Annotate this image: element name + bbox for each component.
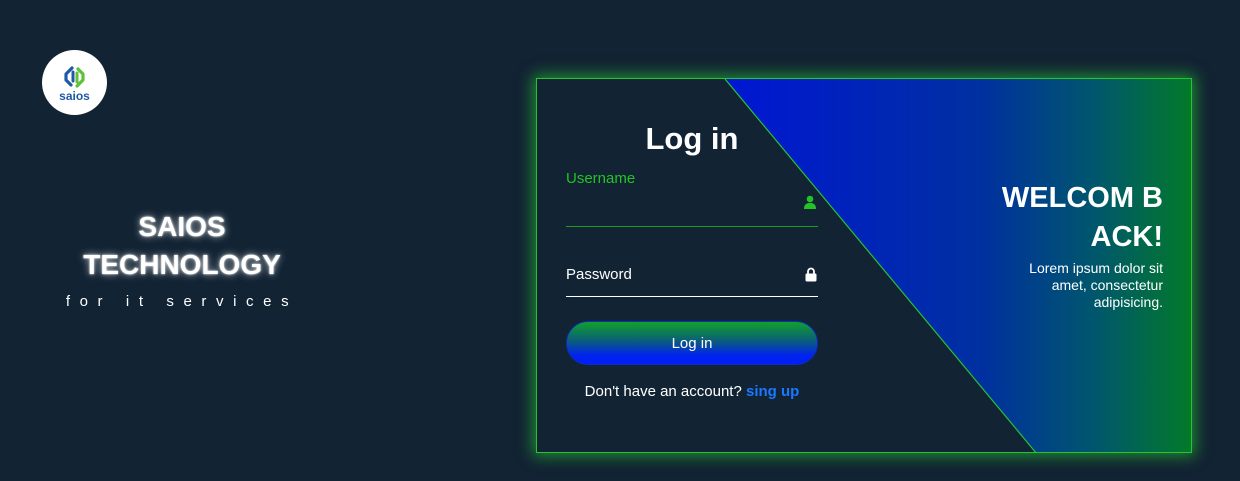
brand-tagline: for it services <box>65 293 299 310</box>
login-form: Log in Username Password Log in Don't ha… <box>566 79 818 452</box>
username-label: Username <box>566 170 636 187</box>
login-card: Log in Username Password Log in Don't ha… <box>536 78 1192 453</box>
welcome-panel: WELCOM BACK! Lorem ipsum dolor sit amet,… <box>993 179 1163 311</box>
welcome-text: Lorem ipsum dolor sit amet, consectetur … <box>1029 260 1163 310</box>
login-button[interactable]: Log in <box>566 321 818 365</box>
signup-link[interactable]: sing up <box>746 383 799 400</box>
form-title: Log in <box>645 121 739 156</box>
brand-name-line1: SAIOS <box>138 211 226 242</box>
password-field[interactable]: Password <box>566 263 818 297</box>
saios-logo-icon <box>63 66 85 88</box>
lock-icon <box>805 267 817 287</box>
brand-name-line2: TECHNOLOGY <box>83 249 281 280</box>
password-label: Password <box>566 266 632 283</box>
user-icon <box>803 195 817 214</box>
signup-line: Don't have an account? sing up <box>566 383 818 400</box>
logo-text: saios <box>59 89 90 103</box>
page: saios SAIOS TECHNOLOGY for it services L… <box>0 0 1240 481</box>
username-field[interactable]: Username <box>566 169 818 227</box>
saios-logo: saios <box>42 50 107 115</box>
brand-block: SAIOS TECHNOLOGY for it services <box>48 208 316 310</box>
welcome-title: WELCOM BACK! <box>1001 182 1163 253</box>
signup-prompt: Don't have an account? <box>584 383 742 400</box>
